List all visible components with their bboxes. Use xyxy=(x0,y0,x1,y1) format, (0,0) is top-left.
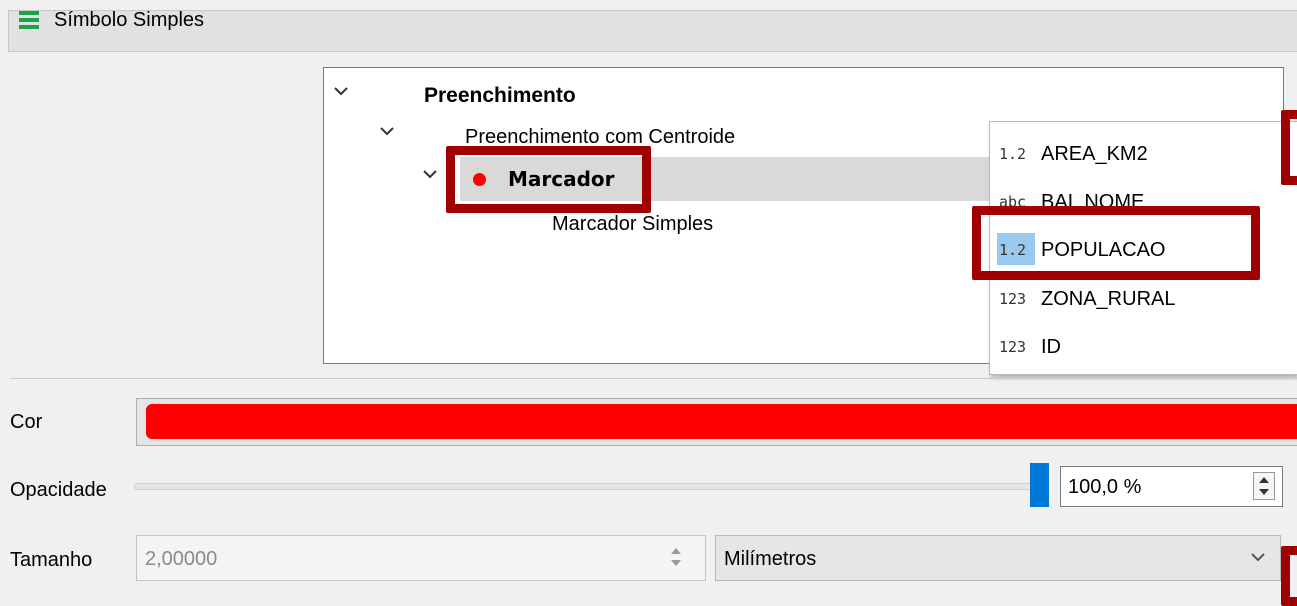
size-spin-buttons[interactable] xyxy=(666,542,688,572)
field-item-area-km2[interactable]: 1.2 AREA_KM2 xyxy=(989,133,1297,177)
symbol-header-title: Símbolo Simples xyxy=(54,9,205,31)
size-spinbox[interactable] xyxy=(136,535,706,581)
spin-up-icon[interactable] xyxy=(671,548,681,554)
color-swatch[interactable] xyxy=(146,404,1297,439)
field-item-zona-rural[interactable]: 123 ZONA_RURAL xyxy=(989,278,1297,322)
opacity-value[interactable]: 100,0 % xyxy=(1068,476,1141,499)
decimal-type-icon: 1.2 xyxy=(999,145,1027,163)
annotation-box-edge-top xyxy=(1281,110,1297,185)
chevron-down-icon[interactable] xyxy=(380,126,394,136)
opacity-slider-handle[interactable] xyxy=(1030,463,1049,507)
chevron-down-icon[interactable] xyxy=(1251,552,1265,562)
chevron-down-icon[interactable] xyxy=(334,86,348,96)
spin-up-icon[interactable] xyxy=(1259,477,1269,483)
tree-item-marcador-simples[interactable]: Marcador Simples xyxy=(552,213,713,236)
field-name: ID xyxy=(1041,336,1061,358)
field-item-id[interactable]: 123 ID xyxy=(989,326,1297,370)
chevron-down-icon[interactable] xyxy=(423,169,437,179)
spin-down-icon[interactable] xyxy=(1259,489,1269,495)
opacity-spin-buttons[interactable] xyxy=(1253,472,1275,500)
symbol-layers-icon xyxy=(19,11,39,29)
opacity-label: Opacidade xyxy=(10,479,107,501)
field-name: AREA_KM2 xyxy=(1041,143,1148,165)
field-name: ZONA_RURAL xyxy=(1041,288,1176,310)
opacity-slider-track[interactable] xyxy=(134,483,1038,490)
integer-type-icon: 123 xyxy=(999,338,1027,356)
integer-type-icon: 123 xyxy=(999,290,1027,308)
annotation-box-edge-bottom xyxy=(1281,546,1297,606)
color-label: Cor xyxy=(10,411,43,433)
tree-item-preenchimento[interactable]: Preenchimento xyxy=(424,84,576,108)
unit-value[interactable]: Milímetros xyxy=(724,548,816,571)
annotation-box-populacao xyxy=(972,206,1260,280)
size-label: Tamanho xyxy=(10,549,93,571)
size-value[interactable]: 2,00000 xyxy=(145,548,217,571)
annotation-box-marcador xyxy=(446,146,651,213)
spin-down-icon[interactable] xyxy=(671,560,681,566)
section-divider xyxy=(10,378,1297,379)
